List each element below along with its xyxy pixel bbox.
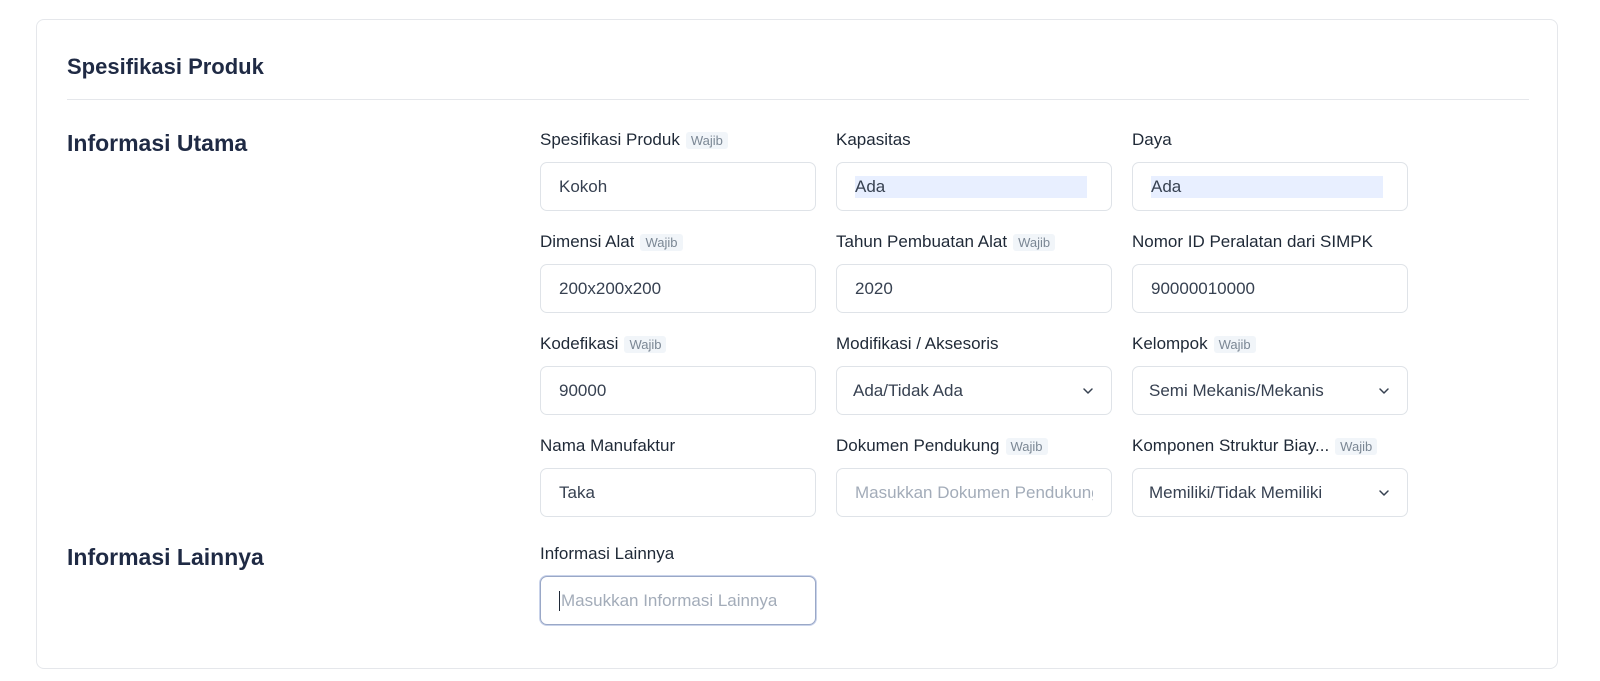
field-kelompok: Kelompok Wajib Semi Mekanis/Mekanis xyxy=(1132,332,1408,415)
input-value: 90000010000 xyxy=(1151,278,1256,298)
select-value: Ada/Tidak Ada xyxy=(853,380,963,400)
field-kodefikasi: Kodefikasi Wajib 90000 xyxy=(540,332,816,415)
required-badge: Wajib xyxy=(1013,233,1056,251)
input-value: Taka xyxy=(559,482,595,502)
kapasitas-input[interactable]: Ada xyxy=(836,162,1112,211)
section-title-other: Informasi Lainnya xyxy=(67,544,264,570)
input-placeholder: Masukkan Informasi Lainnya xyxy=(561,590,778,610)
required-badge: Wajib xyxy=(640,233,683,251)
field-label: Kelompok xyxy=(1132,334,1208,353)
tahun-pembuatan-input[interactable]: 2020 xyxy=(836,264,1112,313)
nomor-id-input[interactable]: 90000010000 xyxy=(1132,264,1408,313)
field-daya: Daya Ada xyxy=(1132,128,1408,211)
required-badge: Wajib xyxy=(1005,437,1048,455)
chevron-down-icon xyxy=(1379,387,1389,394)
field-label: Dimensi Alat xyxy=(540,232,635,251)
text-caret xyxy=(559,590,560,611)
chevron-down-icon xyxy=(1083,387,1093,394)
kodefikasi-input[interactable]: 90000 xyxy=(540,366,816,415)
komponen-struktur-select[interactable]: Memiliki/Tidak Memiliki xyxy=(1132,468,1408,517)
field-label: Kapasitas xyxy=(836,130,911,149)
field-nama-manufaktur: Nama Manufaktur Taka xyxy=(540,434,816,517)
field-label: Nomor ID Peralatan dari SIMPK xyxy=(1132,232,1373,251)
field-label: Tahun Pembuatan Alat xyxy=(836,232,1008,251)
modifikasi-select[interactable]: Ada/Tidak Ada xyxy=(836,366,1112,415)
main-info-grid: Spesifikasi Produk Wajib Kokoh Kapasitas… xyxy=(540,128,1408,517)
spesifikasi-produk-input[interactable]: Kokoh xyxy=(540,162,816,211)
field-modifikasi: Modifikasi / Aksesoris Ada/Tidak Ada xyxy=(836,332,1112,415)
product-spec-card: Spesifikasi Produk Informasi Utama Infor… xyxy=(36,19,1558,669)
select-value: Memiliki/Tidak Memiliki xyxy=(1149,482,1323,502)
nama-manufaktur-input[interactable]: Taka xyxy=(540,468,816,517)
input-value: 90000 xyxy=(559,380,607,400)
dokumen-pendukung-input[interactable]: Masukkan Dokumen Pendukung xyxy=(836,468,1112,517)
input-value: Ada xyxy=(1151,175,1383,198)
title-divider xyxy=(67,99,1529,100)
select-value: Semi Mekanis/Mekanis xyxy=(1149,380,1324,400)
required-badge: Wajib xyxy=(1213,335,1256,353)
kelompok-select[interactable]: Semi Mekanis/Mekanis xyxy=(1132,366,1408,415)
field-label: Spesifikasi Produk xyxy=(540,130,680,149)
field-label: Kodefikasi xyxy=(540,334,619,353)
field-dokumen-pendukung: Dokumen Pendukung Wajib Masukkan Dokumen… xyxy=(836,434,1112,517)
field-label: Modifikasi / Aksesoris xyxy=(836,334,999,353)
card-title: Spesifikasi Produk xyxy=(67,54,264,79)
field-nomor-id: Nomor ID Peralatan dari SIMPK 9000001000… xyxy=(1132,230,1408,313)
required-badge: Wajib xyxy=(685,131,728,149)
input-value: Ada xyxy=(855,175,1087,198)
input-value: 200x200x200 xyxy=(559,278,662,298)
dimensi-alat-input[interactable]: 200x200x200 xyxy=(540,264,816,313)
field-kapasitas: Kapasitas Ada xyxy=(836,128,1112,211)
field-label: Komponen Struktur Biay... xyxy=(1132,436,1330,455)
required-badge: Wajib xyxy=(624,335,667,353)
input-value: 2020 xyxy=(855,278,893,298)
daya-input[interactable]: Ada xyxy=(1132,162,1408,211)
field-komponen-struktur: Komponen Struktur Biay... Wajib Memiliki… xyxy=(1132,434,1408,517)
input-placeholder: Masukkan Dokumen Pendukung xyxy=(855,482,1093,502)
field-label: Dokumen Pendukung xyxy=(836,436,1000,455)
field-tahun-pembuatan: Tahun Pembuatan Alat Wajib 2020 xyxy=(836,230,1112,313)
required-badge: Wajib xyxy=(1335,437,1378,455)
chevron-down-icon xyxy=(1379,489,1389,496)
input-value: Kokoh xyxy=(559,176,608,196)
field-dimensi-alat: Dimensi Alat Wajib 200x200x200 xyxy=(540,230,816,313)
section-title-main: Informasi Utama xyxy=(67,130,248,156)
field-spesifikasi-produk: Spesifikasi Produk Wajib Kokoh xyxy=(540,128,816,211)
field-label: Daya xyxy=(1132,130,1172,149)
field-informasi-lainnya: Informasi Lainnya Masukkan Informasi Lai… xyxy=(540,542,816,625)
field-label: Nama Manufaktur xyxy=(540,436,676,455)
informasi-lainnya-input[interactable]: Masukkan Informasi Lainnya xyxy=(540,576,816,625)
field-label: Informasi Lainnya xyxy=(540,544,675,563)
